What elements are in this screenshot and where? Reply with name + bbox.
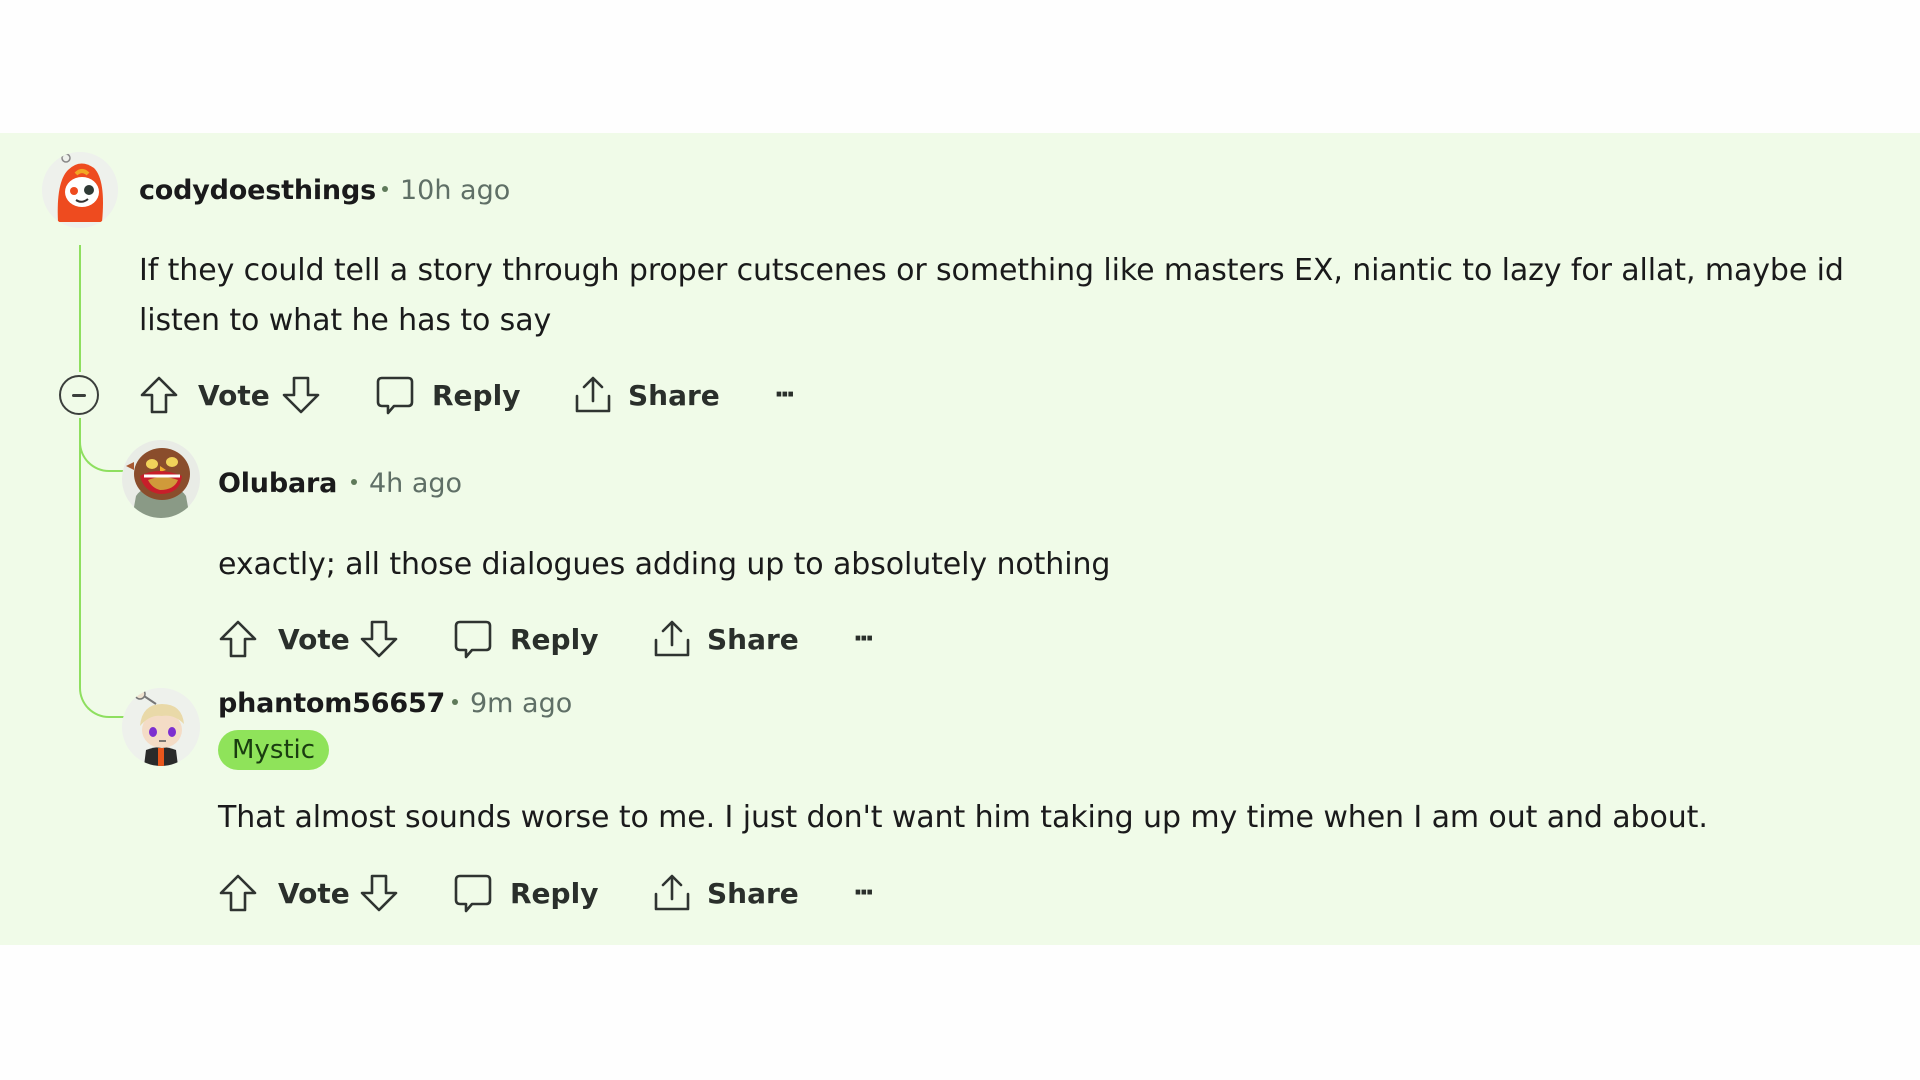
avatar-codydoesthings[interactable] <box>42 152 118 228</box>
share-button[interactable]: Share <box>651 871 799 915</box>
downvote-button[interactable] <box>358 617 400 661</box>
snoo-avatar-blonde-icon <box>122 688 200 766</box>
comment-bubble-icon <box>454 620 492 659</box>
comment-action-bar: Vote Reply Share ··· <box>0 617 900 661</box>
downvote-arrow-icon <box>282 376 320 414</box>
upvote-arrow-icon <box>219 620 257 658</box>
avatar-phantom56657[interactable] <box>122 688 200 766</box>
share-upload-icon <box>575 376 611 413</box>
comment-body-line: That almost sounds worse to me. I just d… <box>218 800 1708 835</box>
upvote-button[interactable] <box>217 871 259 915</box>
comment-timestamp: 4h ago <box>351 468 462 499</box>
share-upload-icon <box>654 620 690 657</box>
ellipsis-icon: ··· <box>853 878 875 908</box>
comment-action-bar: Vote Reply Share ··· <box>0 373 900 417</box>
ellipsis-icon: ··· <box>774 380 796 410</box>
comment-body: exactly; all those dialogues adding up t… <box>218 540 1908 590</box>
separator-dot <box>382 185 388 192</box>
comment-body-line: listen to what he has to say <box>139 303 552 338</box>
comment-username[interactable]: codydoesthings <box>139 175 376 206</box>
upvote-arrow-icon <box>140 376 178 414</box>
comment-bubble-icon <box>454 874 492 913</box>
upvote-button[interactable] <box>217 617 259 661</box>
downvote-arrow-icon <box>360 620 398 658</box>
reply-button[interactable]: Reply <box>452 871 598 915</box>
comment-body-line: exactly; all those dialogues adding up t… <box>218 547 1111 582</box>
comment-bubble-icon <box>376 376 414 415</box>
vote-count: Vote <box>278 876 350 910</box>
reply-button[interactable]: Reply <box>374 373 520 417</box>
user-flair: Mystic <box>218 730 330 770</box>
more-options-button[interactable]: ··· <box>853 871 875 915</box>
downvote-button[interactable] <box>280 373 322 417</box>
share-button[interactable]: Share <box>572 373 720 417</box>
owl-avatar-icon <box>122 440 200 518</box>
share-button[interactable]: Share <box>651 617 799 661</box>
comment-timestamp: 9m ago <box>452 688 572 719</box>
thread-line-top <box>79 245 81 372</box>
reply-button[interactable]: Reply <box>452 617 598 661</box>
comment-username[interactable]: phantom56657 <box>218 688 445 719</box>
comment-action-bar: Vote Reply Share ··· <box>0 871 900 915</box>
avatar-olubara[interactable] <box>122 440 200 518</box>
comment-username[interactable]: Olubara <box>218 468 337 499</box>
comment-body: That almost sounds worse to me. I just d… <box>218 793 1908 843</box>
vote-count: Vote <box>198 378 270 412</box>
share-upload-icon <box>654 874 690 911</box>
downvote-arrow-icon <box>360 874 398 912</box>
ellipsis-icon: ··· <box>853 624 875 654</box>
comment-timestamp: 10h ago <box>382 175 510 206</box>
snoo-avatar-red-hood-icon <box>42 152 118 228</box>
upvote-button[interactable] <box>138 373 180 417</box>
upvote-arrow-icon <box>219 874 257 912</box>
downvote-button[interactable] <box>358 871 400 915</box>
separator-dot <box>351 478 357 485</box>
separator-dot <box>452 698 458 705</box>
more-options-button[interactable]: ··· <box>774 373 796 417</box>
comment-body-line: If they could tell a story through prope… <box>139 253 1844 288</box>
vote-count: Vote <box>278 622 350 656</box>
more-options-button[interactable]: ··· <box>853 617 875 661</box>
comment-body: If they could tell a story through prope… <box>139 246 1909 346</box>
